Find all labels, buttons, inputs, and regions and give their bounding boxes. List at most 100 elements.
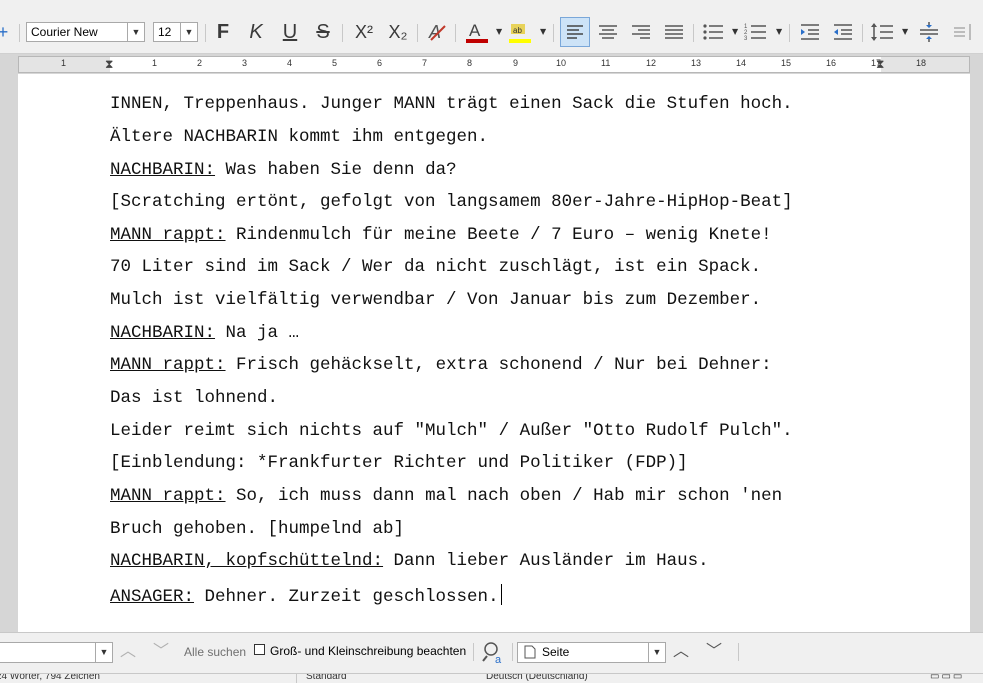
subscript-button[interactable]: X₂ — [384, 20, 412, 44]
toolbar-separator — [738, 643, 739, 661]
svg-text:a: a — [495, 654, 502, 665]
chevron-down-icon[interactable]: ▼ — [496, 20, 502, 44]
search-input[interactable]: ▼ — [0, 642, 113, 663]
justify-icon — [665, 25, 683, 39]
text-line: NACHBARIN, kopfschüttelnd: Dann lieber A… — [110, 551, 709, 571]
right-indent-marker[interactable]: ⧗ — [876, 58, 884, 71]
font-name-value: Courier New — [31, 25, 98, 39]
chevron-down-icon[interactable]: ▼ — [180, 23, 197, 41]
chevron-down-icon: ﹀ — [153, 643, 170, 660]
find-all-button[interactable]: Alle suchen — [184, 645, 246, 659]
ruler-number: 6 — [377, 58, 383, 68]
toolbar-separator — [789, 24, 790, 42]
document-page[interactable] — [18, 74, 970, 632]
bold-button[interactable]: F — [209, 20, 237, 44]
chevron-down-icon[interactable]: ▼ — [776, 20, 782, 44]
chevron-up-icon: ︿ — [120, 643, 137, 660]
line-text: Frisch gehäckselt, extra schonend / Nur … — [225, 355, 772, 375]
toolbar-separator — [417, 24, 418, 42]
match-case-checkbox[interactable] — [254, 644, 265, 655]
ruler-number: 2 — [197, 58, 203, 68]
ruler-number: 4 — [287, 58, 293, 68]
toolbar-separator — [473, 643, 474, 661]
align-center-button[interactable] — [594, 20, 622, 44]
ruler-number: 15 — [781, 58, 792, 68]
svg-text:A: A — [469, 21, 481, 40]
find-replace-button[interactable]: a — [481, 639, 507, 666]
justify-button[interactable] — [660, 20, 688, 44]
ruler-number: 3 — [242, 58, 248, 68]
decrease-indent-icon — [834, 24, 852, 40]
text-line: ANSAGER: Dehner. Zurzeit geschlossen. — [110, 584, 502, 607]
decrease-indent-button[interactable] — [829, 20, 857, 44]
text-line: Leider reimt sich nichts auf "Mulch" / A… — [110, 421, 793, 441]
align-left-button[interactable] — [560, 17, 590, 47]
chevron-down-icon[interactable]: ▼ — [95, 643, 112, 662]
word-count[interactable]: 24 Wörter, 794 Zeichen — [0, 674, 100, 682]
line-text: Was haben Sie denn da? — [215, 160, 457, 180]
font-color-button[interactable]: A — [463, 20, 491, 44]
line-text: Leider reimt sich nichts auf "Mulch" / A… — [110, 421, 793, 441]
toolbar-separator — [205, 24, 206, 42]
speaker-label: NACHBARIN, kopfschüttelnd: — [110, 551, 384, 571]
highlight-button[interactable]: ab — [506, 20, 534, 44]
strikethrough-button[interactable]: S — [309, 20, 337, 44]
line-spacing-button[interactable] — [868, 20, 896, 44]
align-right-icon — [632, 25, 650, 39]
font-name-combo[interactable]: Courier New ▼ — [26, 22, 145, 42]
chevron-up-icon: ︿ — [673, 643, 690, 660]
superscript-button[interactable]: X² — [350, 20, 378, 44]
speaker-label: MANN rappt: — [110, 355, 226, 375]
find-previous-button[interactable]: ︿ — [120, 641, 136, 663]
superscript-icon: X² — [355, 22, 373, 42]
text-line: MANN rappt: Frisch gehäckselt, extra sch… — [110, 355, 772, 375]
view-layout-icon[interactable]: ▭▭▭ — [930, 674, 964, 682]
chevron-down-icon: ﹀ — [706, 643, 723, 660]
speaker-label: NACHBARIN: — [110, 160, 216, 180]
underline-button[interactable]: U — [276, 20, 304, 44]
align-right-button[interactable] — [627, 20, 655, 44]
align-left-icon — [567, 25, 583, 39]
chevron-down-icon[interactable]: ▼ — [732, 20, 738, 44]
paragraph-spacing-icon — [920, 22, 938, 42]
chevron-down-icon[interactable]: ▼ — [648, 643, 665, 662]
toolbar-separator — [512, 643, 513, 661]
text-line: Das ist lohnend. — [110, 388, 278, 408]
chevron-down-icon[interactable]: ▼ — [540, 20, 546, 44]
bullet-list-button[interactable] — [699, 20, 727, 44]
search-type-select[interactable]: Seite ▼ — [517, 642, 666, 663]
toolbar-separator — [553, 24, 554, 42]
paragraph-spacing-button[interactable] — [915, 20, 943, 44]
toolbar-separator — [862, 24, 863, 42]
next-page-button[interactable]: ﹀ — [706, 641, 722, 663]
previous-page-button[interactable]: ︿ — [673, 641, 689, 663]
line-text: Na ja … — [215, 323, 300, 343]
chevron-down-icon[interactable]: ▼ — [902, 20, 908, 44]
language[interactable]: Deutsch (Deutschland) — [486, 674, 588, 682]
numbered-list-button[interactable]: 123 — [742, 20, 770, 44]
font-size-combo[interactable]: 12 ▼ — [153, 22, 198, 42]
line-text: Rindenmulch für meine Beete / 7 Euro – w… — [225, 225, 772, 245]
indent-marker[interactable]: ⧗ — [105, 58, 113, 71]
page-style[interactable]: Standard — [306, 674, 347, 682]
ruler-number: 14 — [736, 58, 747, 68]
horizontal-ruler[interactable]: 1 1 2 3 4 5 6 7 8 9 10 11 12 13 14 15 16… — [18, 56, 970, 73]
text-line: NACHBARIN: Was haben Sie denn da? — [110, 160, 457, 180]
text-line: [Einblendung: *Frankfurter Richter und P… — [110, 453, 688, 473]
bold-icon: F — [216, 21, 230, 43]
text-line: 70 Liter sind im Sack / Wer da nicht zus… — [110, 257, 761, 277]
line-text: Das ist lohnend. — [110, 388, 279, 408]
text-line: MANN rappt: So, ich muss dann mal nach o… — [110, 486, 782, 506]
find-toolbar: ▼ ︿ ﹀ Alle suchen Groß- und Kleinschreib… — [0, 632, 983, 673]
ruler-number: 7 — [422, 58, 428, 68]
add-icon[interactable]: + — [0, 20, 12, 44]
italic-button[interactable]: K — [242, 20, 270, 44]
clear-formatting-button[interactable]: A — [423, 20, 451, 44]
chevron-down-icon[interactable]: ▼ — [127, 23, 144, 41]
find-next-button[interactable]: ﹀ — [153, 641, 169, 663]
increase-indent-button[interactable] — [796, 20, 824, 44]
decrease-spacing-icon — [954, 24, 971, 40]
ruler-number: 11 — [601, 58, 611, 68]
text-line: INNEN, Treppenhaus. Junger MANN trägt ei… — [110, 94, 793, 114]
decrease-paragraph-spacing-button[interactable] — [949, 20, 977, 44]
